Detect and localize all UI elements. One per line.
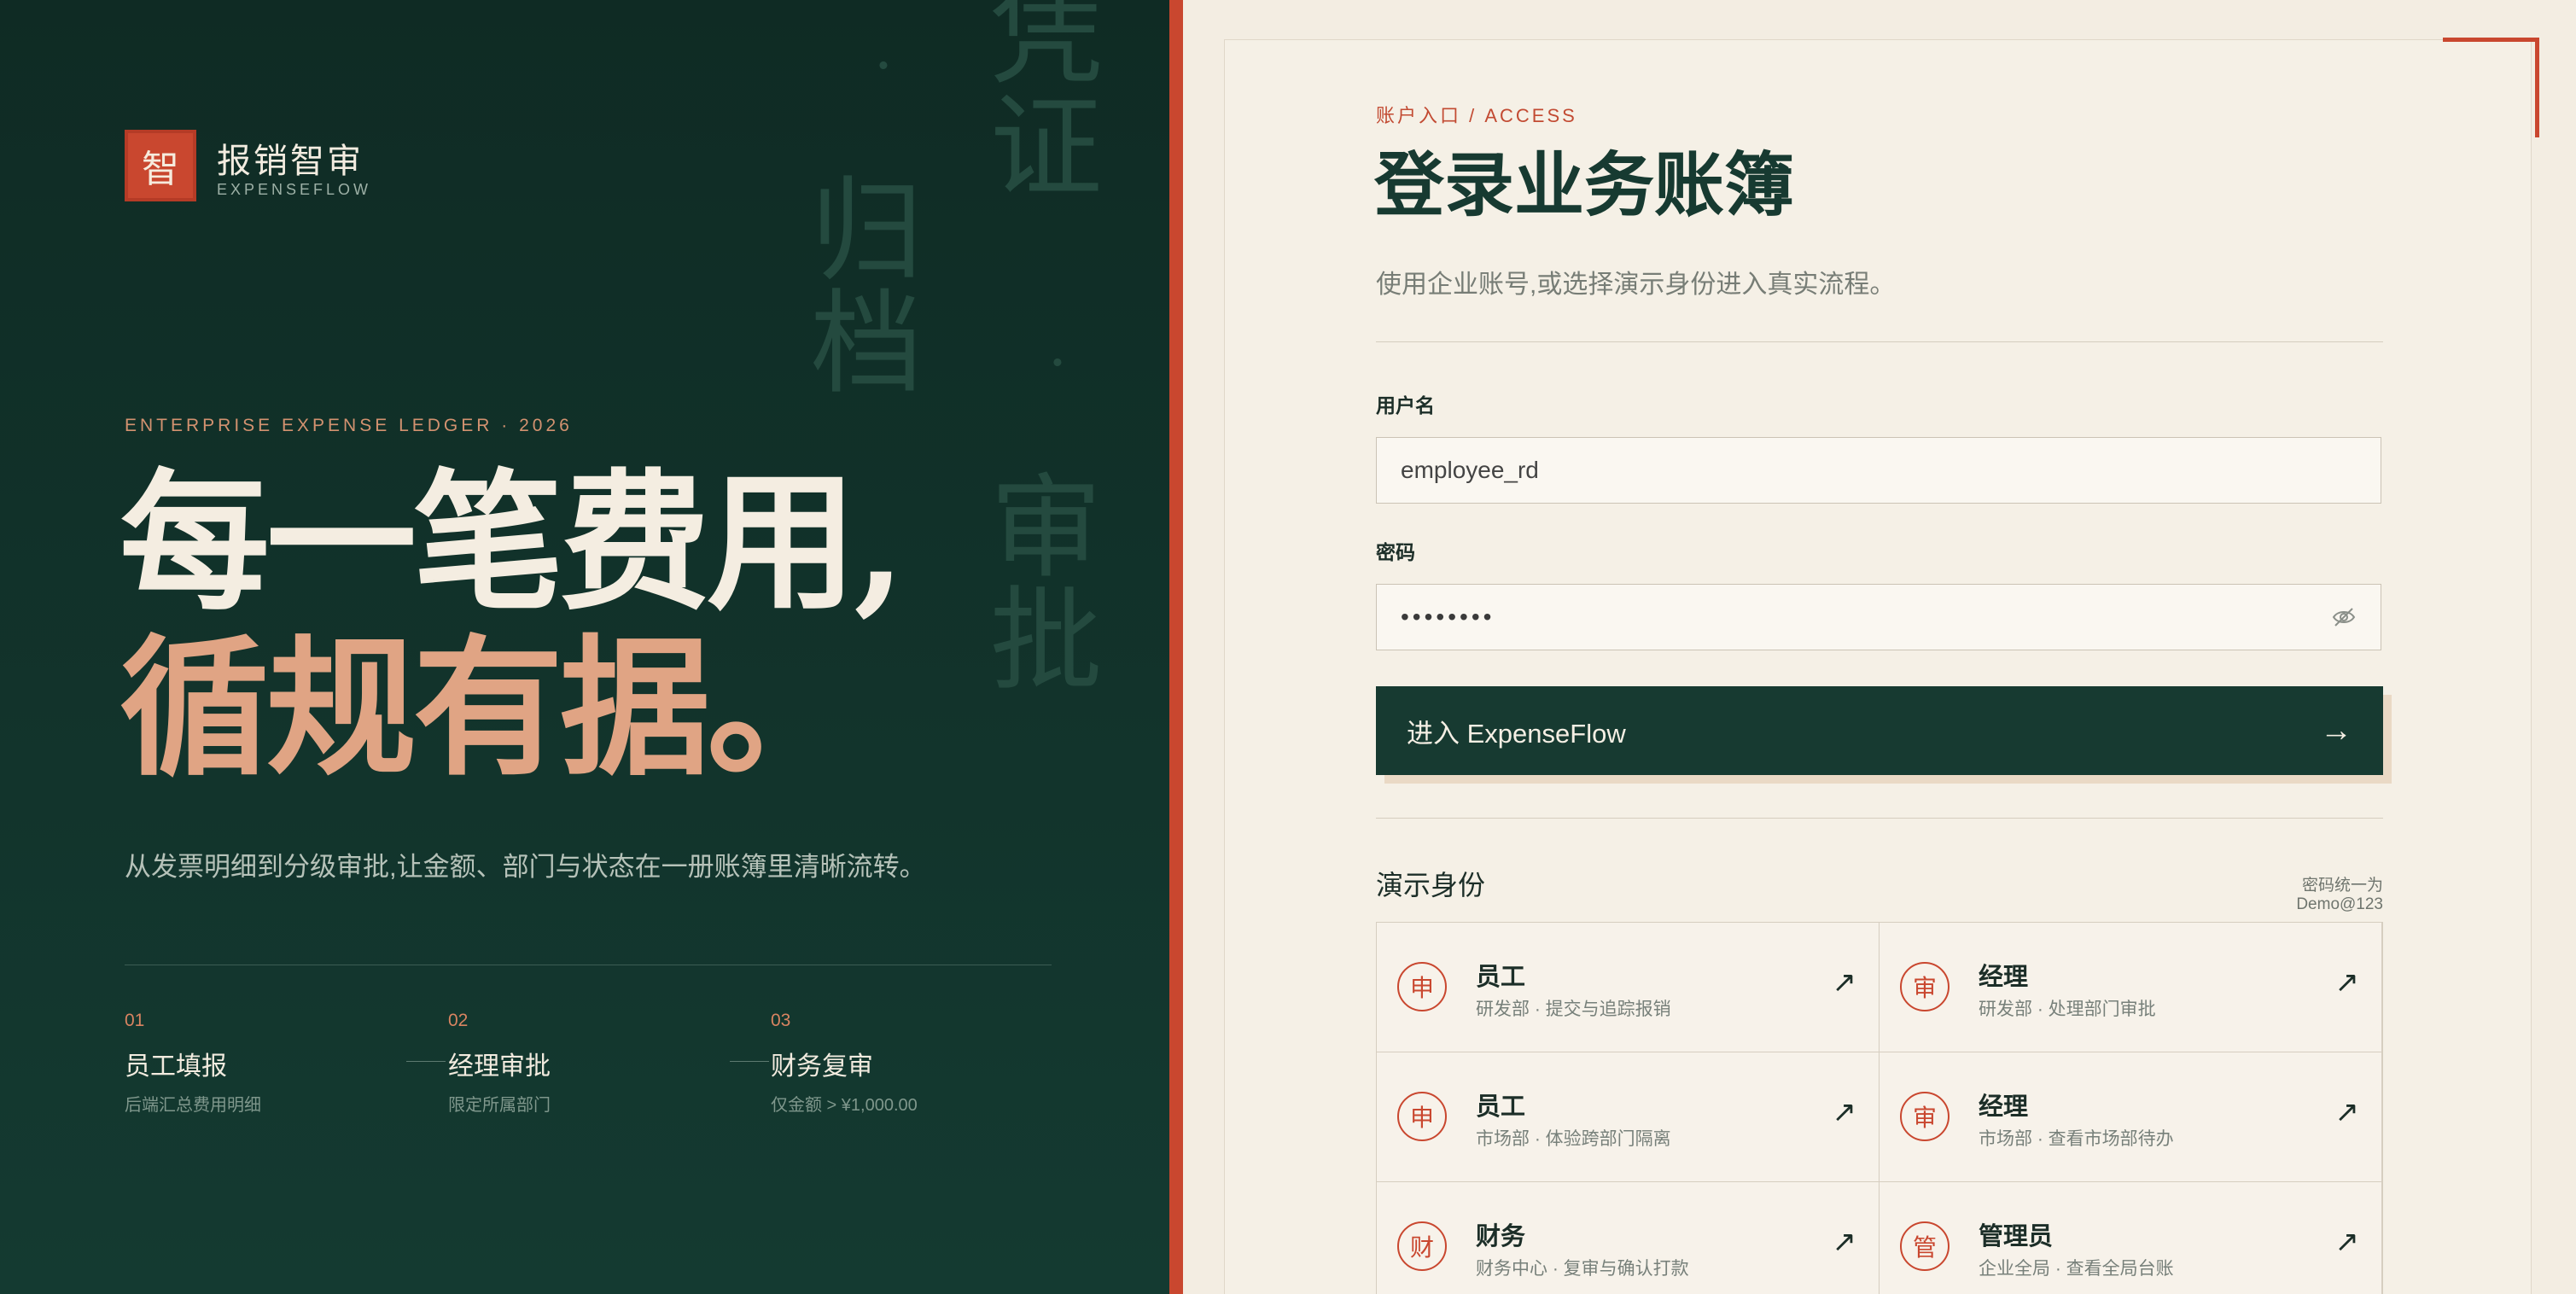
role-name: 员工 bbox=[1476, 962, 1526, 991]
role-badge-icon: 财 bbox=[1397, 1221, 1447, 1271]
password-label: 密码 bbox=[1376, 541, 1415, 563]
demo-role-card[interactable]: 财 财务 财务中心 · 复审与确认打款 ↗ bbox=[1377, 1182, 1880, 1294]
role-badge-icon: 申 bbox=[1397, 1092, 1447, 1141]
demo-role-card[interactable]: 审 经理 研发部 · 处理部门审批 ↗ bbox=[1880, 923, 2382, 1052]
step-title: 员工填报 bbox=[125, 1052, 227, 1081]
arrow-up-right-icon: ↗ bbox=[1832, 966, 1857, 999]
decor-dot: · bbox=[1047, 328, 1068, 398]
login-submit-button[interactable]: 进入 ExpenseFlow → bbox=[1376, 686, 2383, 775]
username-label: 用户名 bbox=[1376, 394, 1435, 417]
role-name: 经理 bbox=[1979, 962, 2029, 991]
step-connector bbox=[730, 1061, 769, 1062]
process-step: 01 员工填报 后端汇总费用明细 bbox=[125, 1011, 261, 1116]
logo-icon: 智 bbox=[125, 130, 196, 201]
decor-dot: · bbox=[873, 31, 894, 101]
login-title: 登录业务账簿 bbox=[1374, 144, 1795, 226]
step-description: 仅金额 > ¥1,000.00 bbox=[771, 1096, 918, 1115]
role-name: 经理 bbox=[1979, 1092, 2029, 1121]
arrow-up-right-icon: ↗ bbox=[2334, 966, 2360, 999]
accent-bar bbox=[1169, 0, 1183, 1294]
role-description: 财务中心 · 复审与确认打款 bbox=[1476, 1259, 1689, 1279]
demo-role-card[interactable]: 管 管理员 企业全局 · 查看全局台账 ↗ bbox=[1880, 1182, 2382, 1294]
login-eyebrow: 账户入口 / ACCESS bbox=[1376, 105, 1577, 126]
hero-eyebrow: ENTERPRISE EXPENSE LEDGER · 2026 bbox=[125, 416, 573, 435]
role-name: 管理员 bbox=[1979, 1221, 2054, 1250]
arrow-up-right-icon: ↗ bbox=[1832, 1226, 1857, 1258]
arrow-up-right-icon: ↗ bbox=[2334, 1226, 2360, 1258]
submit-label: 进入 ExpenseFlow bbox=[1407, 718, 1626, 749]
hide-password-icon[interactable] bbox=[2332, 606, 2356, 628]
demo-role-card[interactable]: 申 员工 市场部 · 体验跨部门隔离 ↗ bbox=[1377, 1052, 1880, 1182]
role-description: 研发部 · 提交与追踪报销 bbox=[1476, 1000, 1671, 1019]
login-panel: 账户入口 / ACCESS 登录业务账簿 使用企业账号,或选择演示身份进入真实流… bbox=[1183, 0, 2576, 1294]
logo-char: 智 bbox=[142, 148, 179, 191]
username-value: employee_rd bbox=[1401, 457, 1539, 483]
password-value: •••••••• bbox=[1401, 603, 1495, 630]
hero-headline-line2: 循规有据。 bbox=[119, 620, 857, 796]
role-description: 研发部 · 处理部门审批 bbox=[1979, 1000, 2156, 1019]
step-description: 限定所属部门 bbox=[448, 1096, 551, 1115]
brand-subtitle: EXPENSEFLOW bbox=[217, 181, 372, 198]
username-input[interactable]: employee_rd bbox=[1376, 437, 2381, 504]
step-title: 经理审批 bbox=[448, 1052, 551, 1081]
role-description: 市场部 · 查看市场部待办 bbox=[1979, 1129, 2174, 1149]
brand-name: 报销智审 bbox=[217, 142, 364, 181]
role-badge-icon: 审 bbox=[1900, 962, 1949, 1011]
step-description: 后端汇总费用明细 bbox=[125, 1096, 261, 1115]
demo-role-grid: 申 员工 研发部 · 提交与追踪报销 ↗ 审 经理 研发部 · 处理部门审批 ↗… bbox=[1376, 922, 2383, 1294]
role-name: 财务 bbox=[1476, 1221, 1526, 1250]
step-number: 03 bbox=[771, 1011, 791, 1030]
role-badge-icon: 申 bbox=[1397, 962, 1447, 1011]
step-number: 01 bbox=[125, 1011, 145, 1030]
role-description: 市场部 · 体验跨部门隔离 bbox=[1476, 1129, 1671, 1149]
arrow-up-right-icon: ↗ bbox=[1832, 1096, 1857, 1128]
arrow-right-icon: → bbox=[2320, 712, 2352, 749]
decor-text-shenpi: 审批 bbox=[970, 468, 1102, 693]
process-step: 03 财务复审 仅金额 > ¥1,000.00 bbox=[771, 1011, 918, 1116]
role-badge-icon: 管 bbox=[1900, 1221, 1949, 1271]
decor-text-guidang: 归档 bbox=[791, 171, 923, 396]
role-badge-icon: 审 bbox=[1900, 1092, 1949, 1141]
arrow-up-right-icon: ↗ bbox=[2334, 1096, 2360, 1128]
brand-panel: 凭证 归档 · · 审批 智 报销智审 EXPENSEFLOW ENTERPRI… bbox=[0, 0, 1169, 1294]
demo-role-card[interactable]: 审 经理 市场部 · 查看市场部待办 ↗ bbox=[1880, 1052, 2382, 1182]
demo-password-note: 密码统一为 Demo@123 bbox=[2296, 877, 2383, 913]
demo-role-card[interactable]: 申 员工 研发部 · 提交与追踪报销 ↗ bbox=[1377, 923, 1880, 1052]
login-subtitle: 使用企业账号,或选择演示身份进入真实流程。 bbox=[1376, 271, 1896, 299]
hero-lead: 从发票明细到分级审批,让金额、部门与状态在一册账簿里清晰流转。 bbox=[125, 852, 926, 882]
corner-mark bbox=[2443, 38, 2539, 137]
divider bbox=[1376, 341, 2383, 342]
decor-text-pingzheng: 凭证 bbox=[970, 0, 1102, 200]
role-name: 员工 bbox=[1476, 1092, 1526, 1121]
demo-section-title: 演示身份 bbox=[1376, 869, 1486, 901]
role-description: 企业全局 · 查看全局台账 bbox=[1979, 1259, 2174, 1279]
divider bbox=[1376, 818, 2383, 819]
password-input[interactable]: •••••••• bbox=[1376, 584, 2381, 650]
step-title: 财务复审 bbox=[771, 1052, 873, 1081]
hero-headline-line1: 每一笔费用, bbox=[119, 454, 906, 631]
step-connector bbox=[406, 1061, 446, 1062]
process-step: 02 经理审批 限定所属部门 bbox=[448, 1011, 551, 1116]
step-number: 02 bbox=[448, 1011, 469, 1030]
